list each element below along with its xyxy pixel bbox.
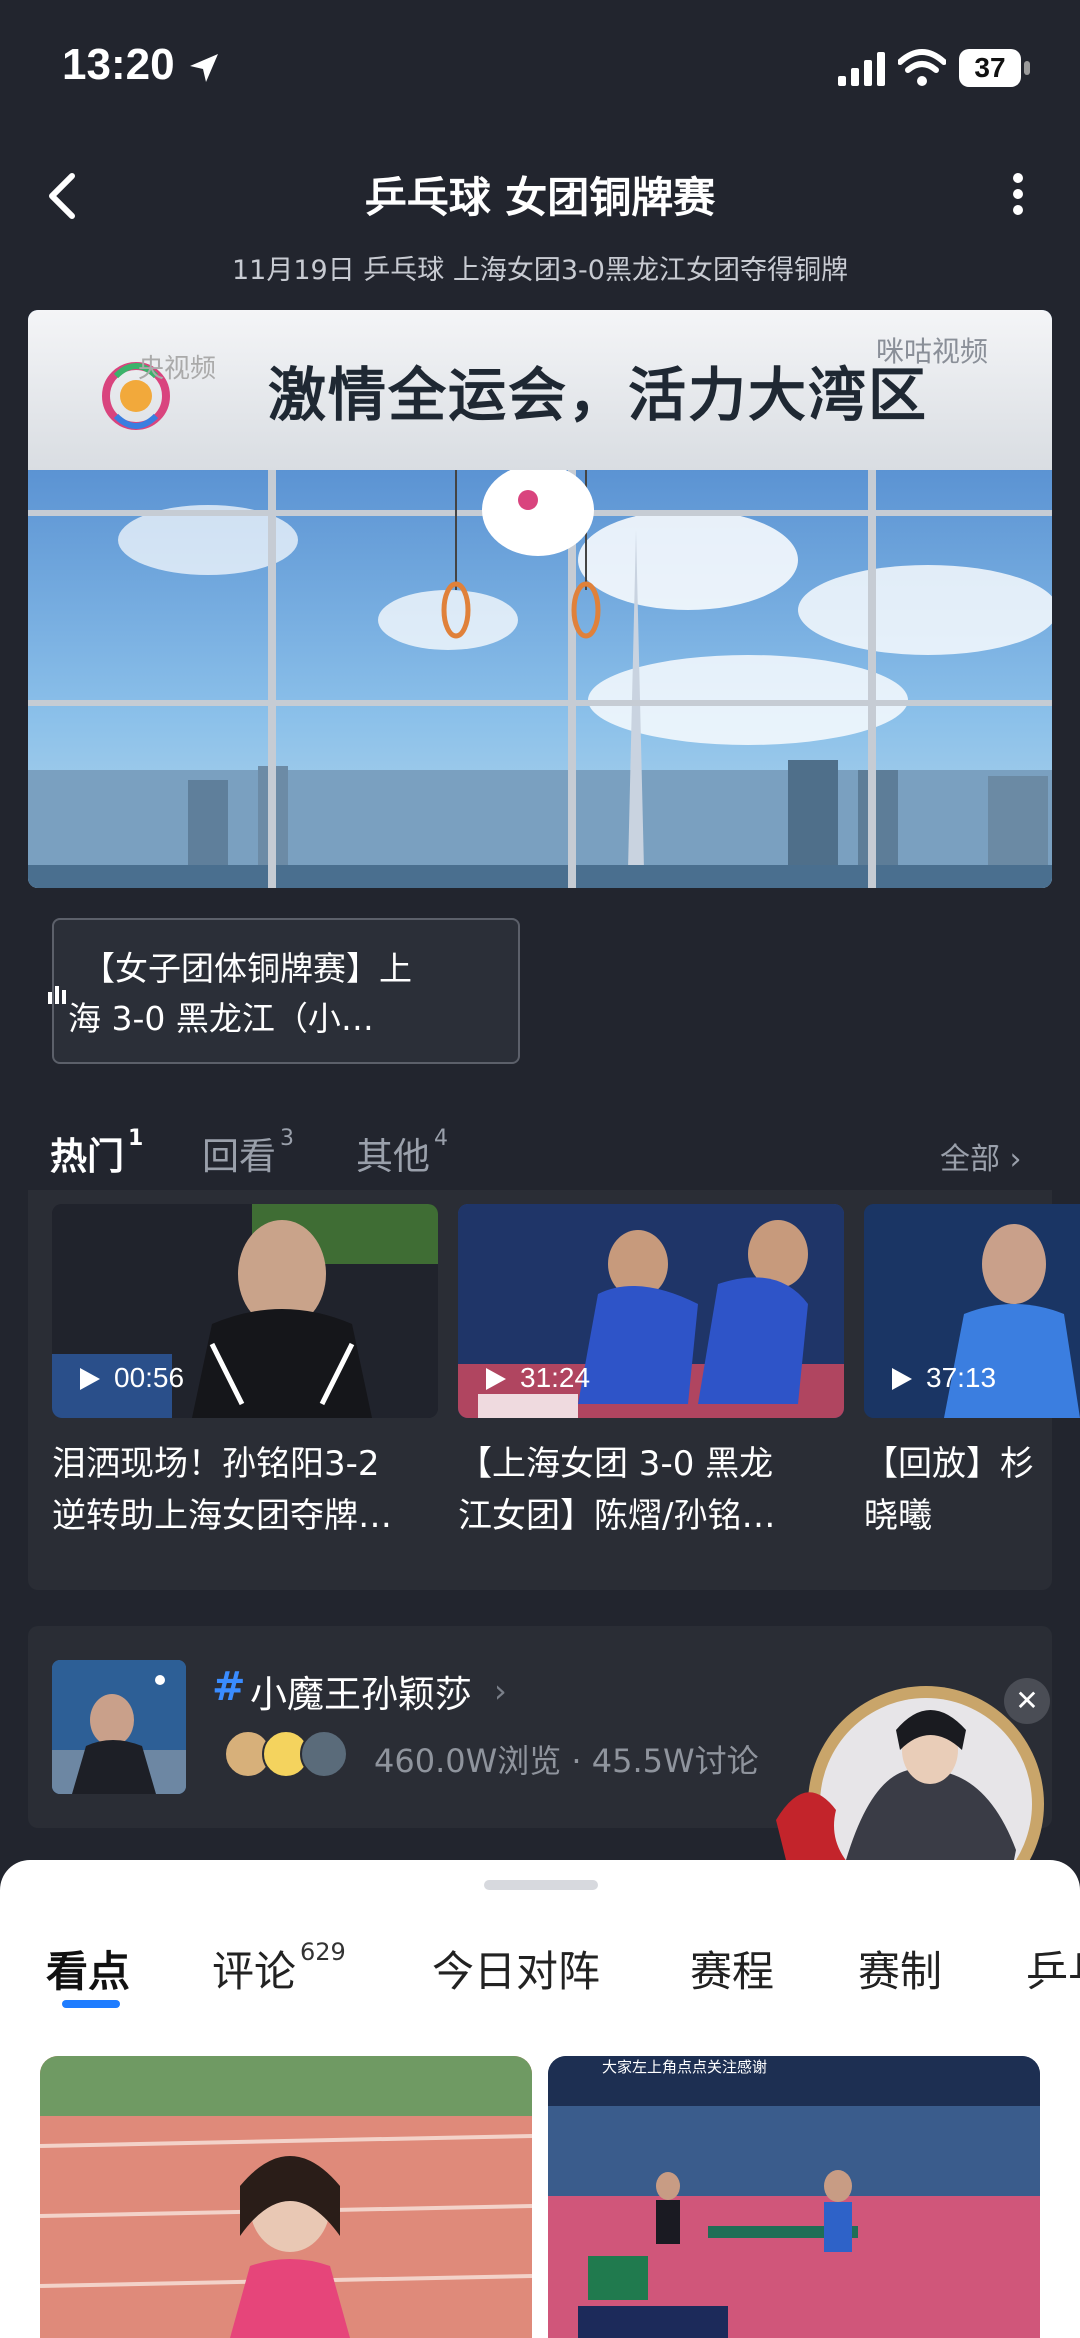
sheet-drag-handle[interactable] [484, 1880, 598, 1890]
video-card[interactable] [458, 1204, 844, 1418]
tab-comments-label: 评论 [212, 1947, 297, 1996]
page-title: 乒乓球 女团铜牌赛 [364, 173, 716, 222]
video-title[interactable]: 【回放】杉 晓曦 [864, 1438, 1080, 1542]
tab-hot-count: 1 [128, 1126, 144, 1151]
status-bar: 13:20 37 [0, 0, 1080, 140]
promo-close-button[interactable]: ✕ [1004, 1678, 1050, 1724]
feed-card[interactable] [548, 2056, 1040, 2338]
hashtag-icon: # [212, 1664, 246, 1710]
now-playing-icon [48, 986, 66, 1004]
back-arrow-icon[interactable] [40, 166, 84, 226]
episode-title-line2: 海 3-0 黑龙江（小… [68, 999, 374, 1038]
status-time: 13:20 [62, 40, 175, 89]
video-title-line1: 泪洒现场！孙铭阳3-2 [52, 1444, 380, 1484]
video-title-line2: 逆转助上海女团夺牌… [52, 1496, 392, 1536]
tab-table-tennis[interactable]: 乒乓 [1026, 1938, 1080, 1999]
topic-stats: 460.0W浏览 · 45.5W讨论 [374, 1742, 759, 1780]
topic-thumbnail-image [52, 1660, 186, 1794]
video-duration: 37:13 [926, 1362, 997, 1393]
cellular-signal-icon [838, 52, 885, 86]
video-player[interactable]: 央视频 激情全运会，活力大湾区 咪咕视频 [28, 310, 1052, 888]
video-title[interactable]: 【上海女团 3-0 黑龙 江女团】陈熠/孙铭… [458, 1438, 775, 1542]
video-title-line1: 【上海女团 3-0 黑龙 [458, 1444, 774, 1484]
stadium-window-scene [28, 470, 1052, 888]
section-tabs [0, 1120, 1080, 1190]
tab-hot-label: 热门 [50, 1135, 124, 1178]
tab-other-count: 4 [434, 1126, 448, 1151]
feed-caption: 大家左上角点点关注感谢 [602, 2058, 768, 2076]
tab-highlights[interactable]: 看点 [46, 1938, 130, 1999]
games-banner: 央视频 激情全运会，活力大湾区 咪咕视频 [28, 310, 1052, 470]
play-icon [80, 1368, 100, 1390]
chevron-right-icon: › [494, 1672, 507, 1710]
more-options-icon[interactable] [1000, 164, 1036, 224]
video-duration: 31:24 [520, 1362, 591, 1393]
video-thumbnail [52, 1204, 438, 1418]
episode-title-line1: 【女子团体铜牌赛】上 [82, 949, 412, 988]
tab-other-label: 其他 [356, 1135, 430, 1178]
tab-replay[interactable]: 回看 3 [202, 1126, 294, 1180]
broadcaster-label: 央视频 [138, 354, 217, 384]
battery-level: 37 [974, 52, 1006, 83]
play-icon [892, 1368, 912, 1390]
video-duration: 00:56 [114, 1362, 185, 1393]
video-title-line2: 晓曦 [864, 1496, 932, 1536]
wifi-icon [898, 49, 946, 86]
feed-thumbnail [548, 2056, 1040, 2338]
video-title[interactable]: 泪洒现场！孙铭阳3-2 逆转助上海女团夺牌… [52, 1438, 392, 1542]
video-title-line1: 【回放】杉 [864, 1444, 1034, 1484]
match-subtitle: 11月19日 乒乓球 上海女团3-0黑龙江女团夺得铜牌 [232, 255, 848, 286]
topic-title[interactable]: 小魔王孙颖莎 [250, 1664, 472, 1718]
video-card[interactable] [52, 1204, 438, 1418]
avatar [300, 1730, 348, 1778]
tab-format[interactable]: 赛制 [858, 1938, 942, 1999]
video-thumbnail [458, 1204, 844, 1418]
video-title-line2: 江女团】陈熠/孙铭… [458, 1496, 776, 1536]
tab-replay-count: 3 [280, 1126, 294, 1151]
partner-logo: 咪咕视频 [876, 335, 989, 368]
tab-replay-label: 回看 [202, 1135, 276, 1178]
active-tab-indicator [62, 2000, 120, 2008]
play-icon [486, 1368, 506, 1390]
tab-hot[interactable]: 热门 1 [50, 1126, 143, 1180]
topic-thumbnail [52, 1660, 186, 1794]
comments-count: 629 [300, 1938, 346, 1966]
feed-thumbnail [40, 2056, 532, 2338]
feed-card[interactable] [40, 2056, 532, 2338]
tab-today-matchups[interactable]: 今日对阵 [432, 1938, 600, 1999]
tab-schedule[interactable]: 赛程 [690, 1938, 774, 1999]
tab-other[interactable]: 其他 4 [356, 1126, 448, 1180]
banner-slogan: 激情全运会，活力大湾区 [268, 361, 929, 429]
tab-comments[interactable]: 评论 629 [212, 1938, 346, 1999]
location-arrow-icon [190, 54, 218, 82]
view-all-link[interactable]: 全部 › [940, 1134, 1022, 1178]
